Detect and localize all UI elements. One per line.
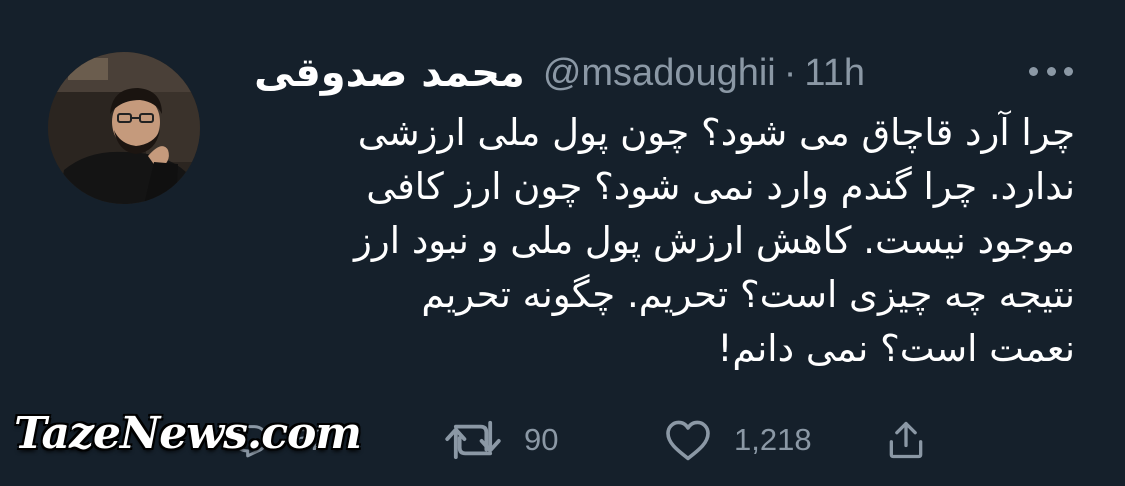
tweet-text-line: ندارد. چرا گندم وارد نمی شود؟ چون ارز کا…: [366, 165, 1075, 208]
heart-icon: [666, 420, 710, 461]
tweet-header: محمد صدوقی @msadoughii · 11h: [254, 46, 865, 100]
share-button[interactable]: [884, 412, 928, 468]
author-display-name[interactable]: محمد صدوقی: [254, 50, 525, 96]
more-horizontal-icon: [1046, 66, 1056, 76]
tweet-card[interactable]: محمد صدوقی @msadoughii · 11h چرا آرد قاچ…: [0, 0, 1125, 486]
more-options-button[interactable]: [1029, 56, 1073, 86]
tweet-text-line: چرا آرد قاچاق می شود؟ چون پول ملی ارزشی: [357, 111, 1075, 154]
author-handle[interactable]: @msadoughii: [543, 52, 776, 95]
tweet-timestamp[interactable]: 11h: [804, 52, 865, 95]
more-horizontal-icon: [1029, 66, 1038, 76]
avatar[interactable]: [48, 52, 200, 204]
tweet-text-line: نتیجه چه چیزی است؟ تحریم. چگونه تحریم: [421, 273, 1075, 316]
avatar-photo: [48, 52, 200, 204]
tweet-text-line: نعمت است؟ نمی دانم!: [717, 327, 1075, 370]
share-icon: [889, 421, 923, 459]
like-button[interactable]: 1,218: [664, 412, 812, 468]
like-count: 1,218: [734, 422, 812, 457]
more-horizontal-icon: [1064, 66, 1073, 76]
tweet-text: چرا آرد قاچاق می شود؟ چون پول ملی ارزشی …: [245, 106, 1075, 376]
retweet-count: 90: [524, 422, 559, 457]
separator-dot: ·: [783, 51, 797, 94]
retweet-icon: [445, 420, 501, 460]
tweet-text-line: موجود نیست. کاهش ارزش پول ملی و نبود ارز: [354, 219, 1075, 262]
watermark: TazeNews.com: [14, 408, 362, 459]
retweet-button[interactable]: 90: [444, 412, 558, 468]
